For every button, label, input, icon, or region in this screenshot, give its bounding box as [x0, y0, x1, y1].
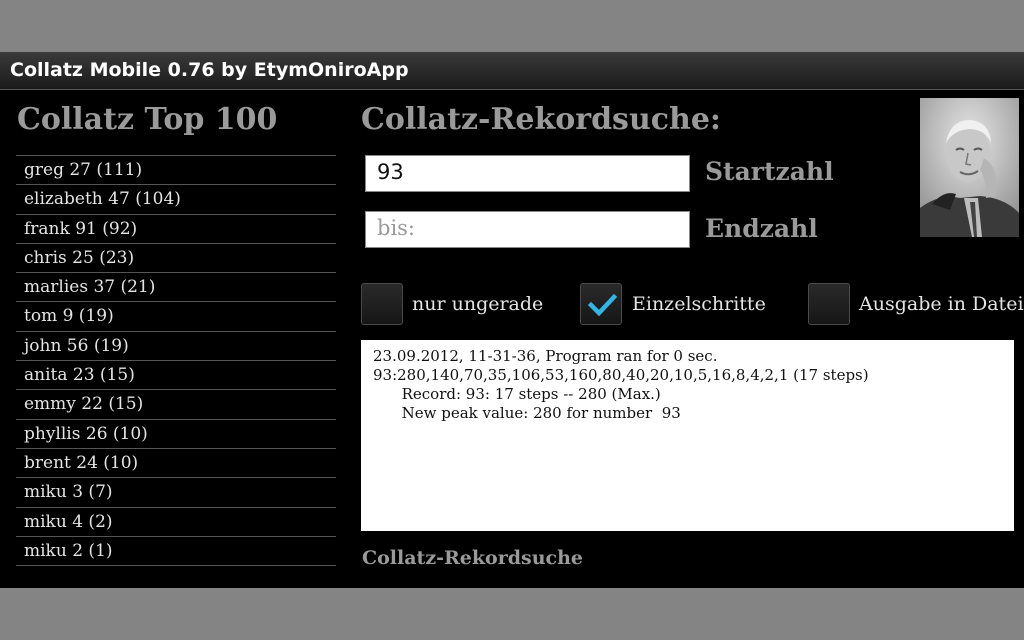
output-line: 23.09.2012, 11-31-36, Program ran for 0 …: [373, 347, 718, 365]
check-icon: [587, 293, 617, 317]
end-number-label: Endzahl: [705, 214, 818, 243]
top100-title: Collatz Top 100: [17, 102, 278, 137]
list-item[interactable]: miku 2 (1): [16, 536, 336, 567]
list-item[interactable]: greg 27 (111): [16, 156, 336, 186]
list-item[interactable]: brent 24 (10): [16, 448, 336, 479]
app-window: Collatz Mobile 0.76 by EtymOniroApp Coll…: [0, 52, 1024, 588]
list-item[interactable]: chris 25 (23): [16, 243, 336, 274]
odd-only-label: nur ungerade: [412, 293, 544, 315]
output-line: New peak value: 280 for number 93: [373, 404, 681, 422]
list-item[interactable]: phyllis 26 (10): [16, 419, 336, 449]
search-title: Collatz-Rekordsuche:: [361, 102, 721, 137]
list-item[interactable]: anita 23 (15): [16, 361, 336, 391]
footer-label: Collatz-Rekordsuche: [362, 547, 583, 569]
list-item[interactable]: marlies 37 (21): [16, 273, 336, 303]
list-item[interactable]: tom 9 (19): [16, 302, 336, 332]
single-steps-label: Einzelschritte: [632, 293, 766, 315]
list-item[interactable]: john 56 (19): [16, 331, 336, 362]
single-steps-checkbox[interactable]: [580, 283, 622, 325]
list-item[interactable]: miku 3 (7): [16, 478, 336, 508]
portrait-image: [920, 98, 1019, 237]
list-item[interactable]: miku 4 (2): [16, 507, 336, 537]
start-number-label: Startzahl: [705, 157, 834, 186]
odd-only-checkbox[interactable]: [361, 283, 403, 325]
output-line: Record: 93: 17 steps -- 280 (Max.): [373, 385, 661, 403]
app-title: Collatz Mobile 0.76 by EtymOniroApp: [10, 59, 409, 81]
title-bar: Collatz Mobile 0.76 by EtymOniroApp: [0, 52, 1024, 90]
list-item[interactable]: frank 91 (92): [16, 214, 336, 244]
output-textarea[interactable]: 23.09.2012, 11-31-36, Program ran for 0 …: [361, 340, 1014, 531]
start-number-input[interactable]: 93: [365, 155, 690, 192]
output-line: 93:280,140,70,35,106,53,160,80,40,20,10,…: [373, 366, 869, 384]
top100-list[interactable]: greg 27 (111) elizabeth 47 (104) frank 9…: [16, 155, 336, 580]
list-item[interactable]: elizabeth 47 (104): [16, 185, 336, 215]
list-item[interactable]: emmy 22 (15): [16, 390, 336, 420]
output-to-file-checkbox[interactable]: [808, 283, 850, 325]
end-number-input[interactable]: bis:: [365, 211, 690, 248]
output-to-file-label: Ausgabe in Datei: [859, 293, 1024, 315]
